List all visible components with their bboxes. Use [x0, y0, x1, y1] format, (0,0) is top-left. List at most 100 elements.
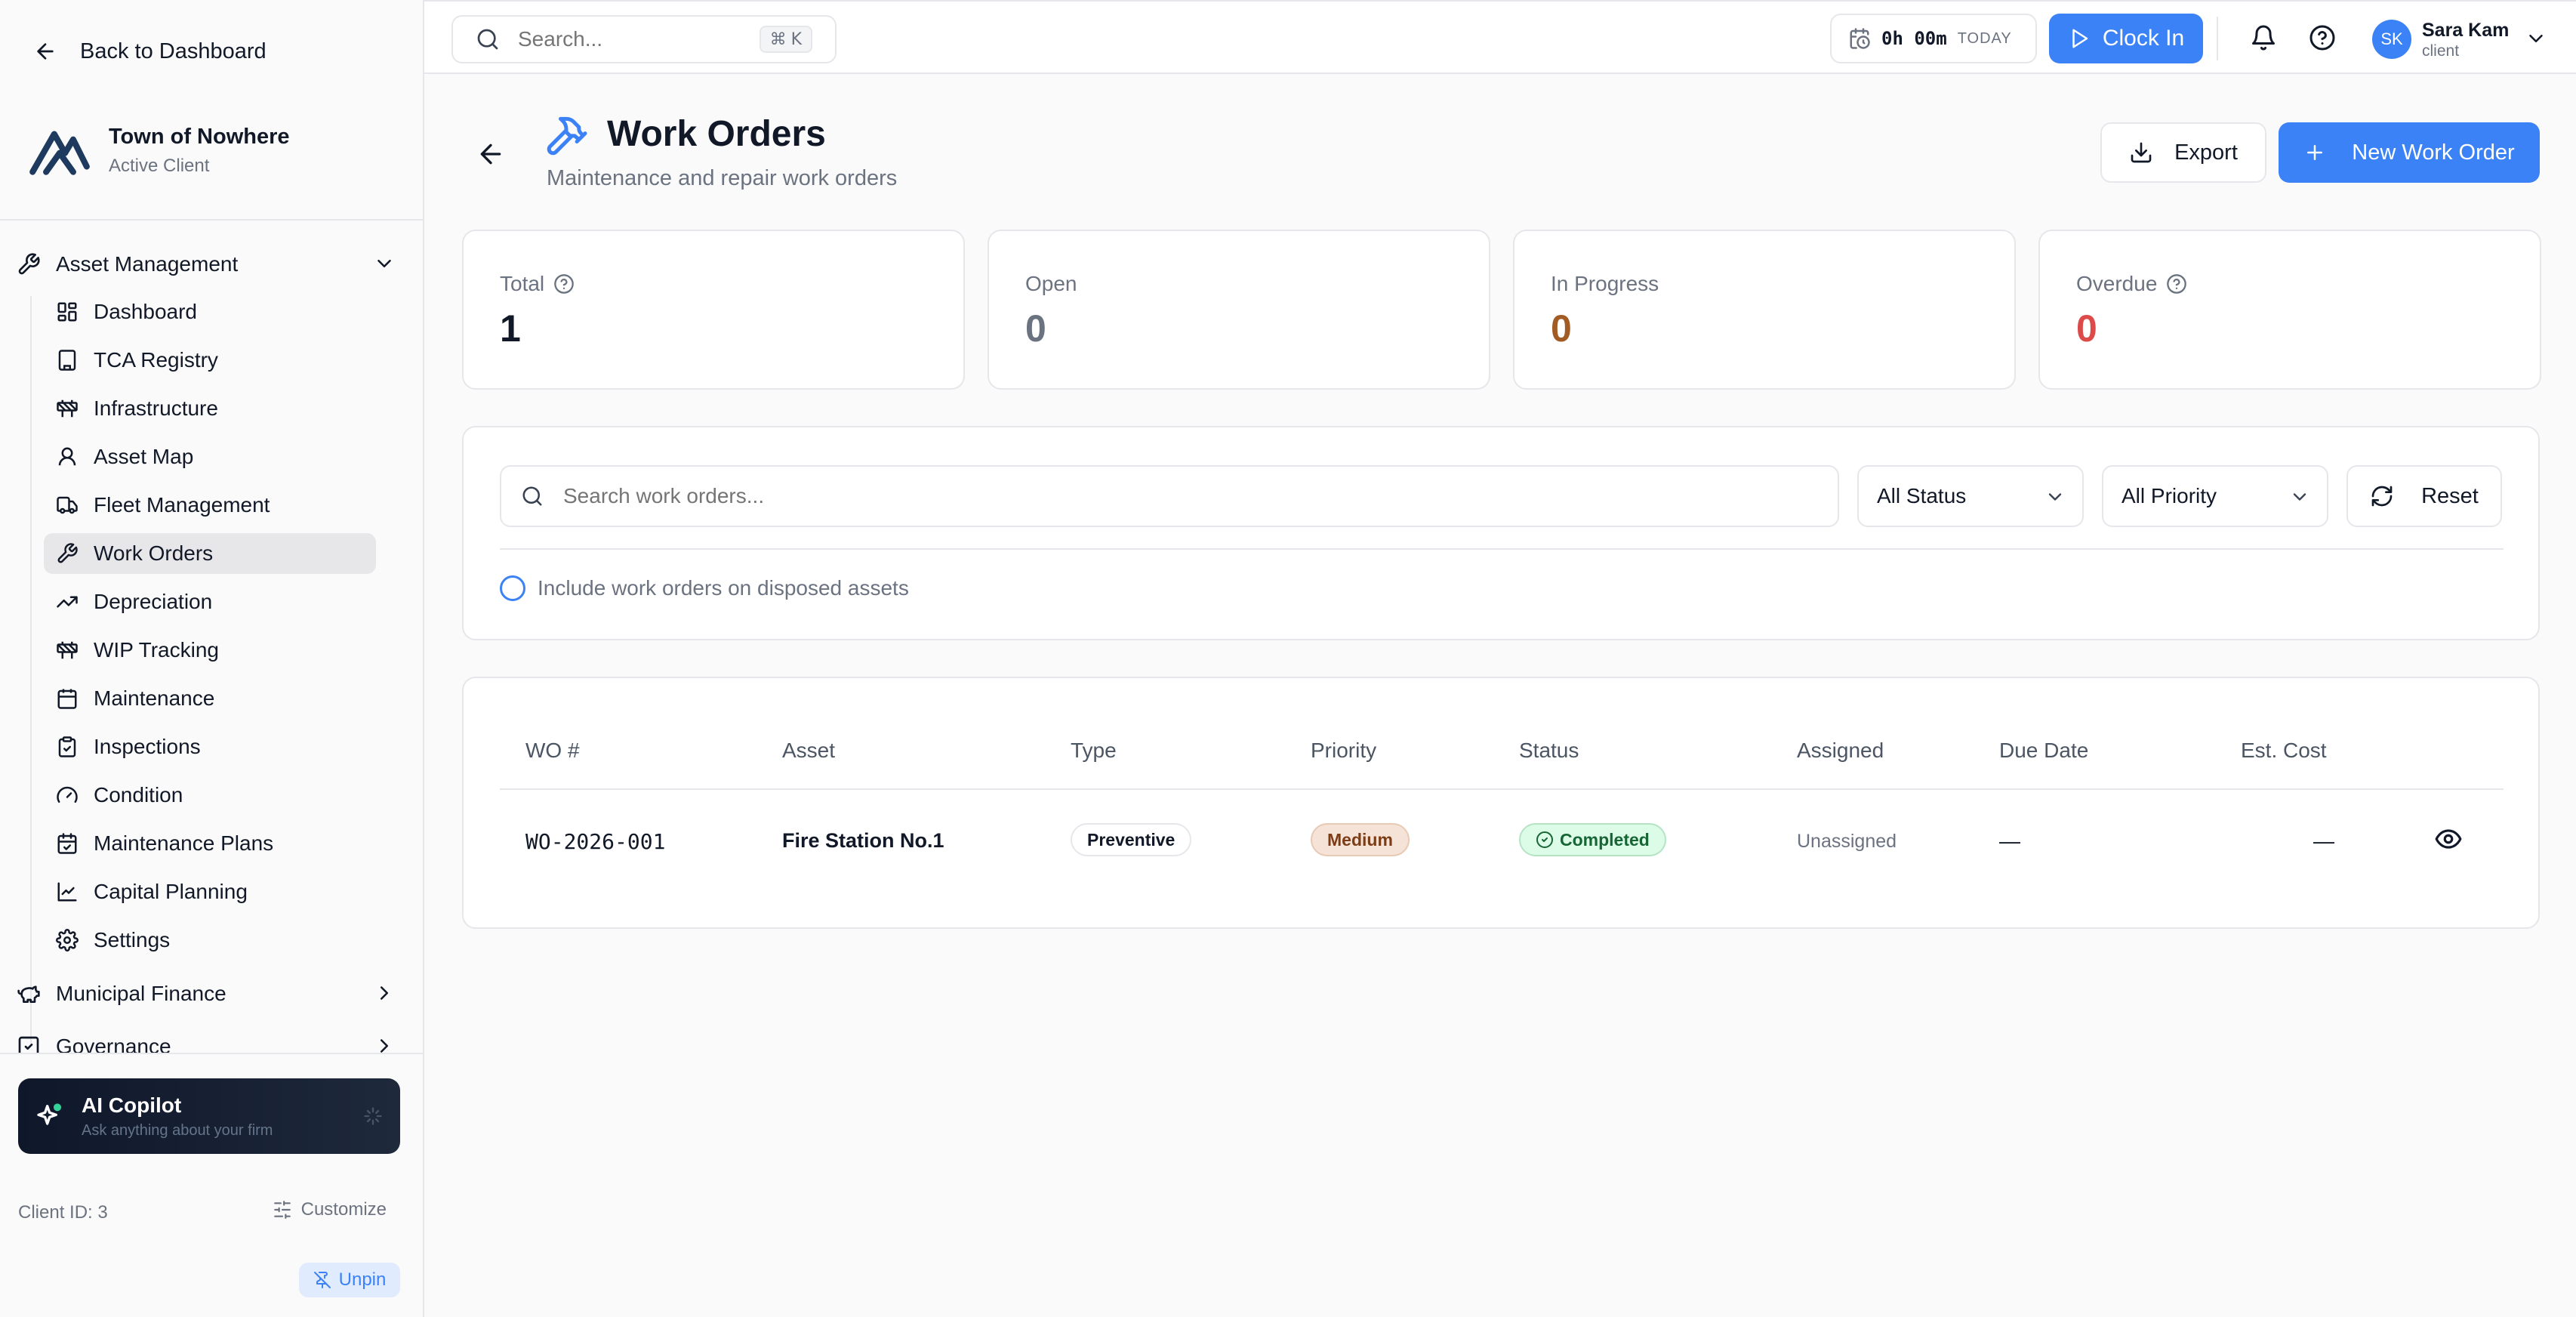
avatar[interactable]: SK	[2372, 20, 2411, 59]
reset-button[interactable]: Reset	[2346, 465, 2502, 527]
asset-name: Fire Station No.1	[782, 829, 944, 852]
work-order-search[interactable]	[500, 465, 1839, 527]
help-icon[interactable]	[2166, 273, 2187, 295]
type-badge: Preventive	[1071, 823, 1192, 856]
sidebar-item-capital-planning[interactable]: Capital Planning	[44, 871, 376, 912]
sidebar-item-maintenance[interactable]: Maintenance	[44, 678, 376, 719]
sidebar-item-work-orders[interactable]: Work Orders	[44, 533, 376, 574]
chevron-down-icon	[373, 252, 396, 275]
priority-filter-value: All Priority	[2122, 484, 2217, 507]
dashboard-icon	[56, 301, 79, 323]
building-icon	[56, 349, 79, 372]
user-role: client	[2422, 42, 2460, 60]
stat-value: 0	[1551, 307, 1572, 350]
sidebar-nav[interactable]: Asset Management Dashboard TCA Registry …	[0, 221, 423, 1053]
filter-panel: All Status All Priority Reset Include wo…	[462, 426, 2540, 640]
pin-off-icon	[313, 1271, 331, 1289]
sidebar: Back to Dashboard Town of Nowhere Active…	[0, 0, 424, 1317]
status-badge-label: Completed	[1560, 829, 1650, 850]
sidebar-item-wip-tracking[interactable]: WIP Tracking	[44, 630, 376, 671]
sidebar-item-label: Infrastructure	[94, 396, 218, 420]
sidebar-item-depreciation[interactable]: Depreciation	[44, 581, 376, 622]
nav-group-label: Municipal Finance	[56, 982, 226, 1005]
arrow-left-icon[interactable]	[476, 139, 506, 169]
sidebar-item-condition[interactable]: Condition	[44, 775, 376, 816]
new-work-order-label: New Work Order	[2352, 140, 2515, 165]
eye-icon[interactable]	[2434, 825, 2463, 853]
sidebar-item-settings[interactable]: Settings	[44, 920, 376, 961]
column-header[interactable]: Status	[1519, 739, 1579, 763]
sidebar-item-label: WIP Tracking	[94, 638, 219, 662]
wo-number: WO-2026-001	[525, 829, 666, 854]
global-search[interactable]: ⌘ K	[451, 15, 837, 63]
sidebar-item-infrastructure[interactable]: Infrastructure	[44, 388, 376, 429]
column-header[interactable]: Priority	[1311, 739, 1376, 763]
export-label: Export	[2174, 140, 2238, 165]
work-order-search-input[interactable]	[563, 484, 1696, 508]
help-icon[interactable]	[2309, 24, 2336, 51]
copilot-subtitle: Ask anything about your firm	[82, 1121, 273, 1139]
column-header[interactable]: WO #	[525, 739, 580, 763]
stat-label: Overdue	[2076, 272, 2187, 296]
nav-tree-line	[30, 296, 32, 1044]
nav-group-governance[interactable]: Governance	[17, 1026, 406, 1053]
sidebar-item-label: Dashboard	[94, 300, 197, 323]
nav-group-municipal-finance[interactable]: Municipal Finance	[17, 973, 406, 1015]
copilot-title: AI Copilot	[82, 1093, 182, 1117]
sidebar-item-label: Work Orders	[94, 541, 214, 565]
sidebar-item-label: Depreciation	[94, 590, 213, 613]
client-name: Town of Nowhere	[109, 124, 290, 149]
status-filter-value: All Status	[1877, 484, 1967, 507]
customize-button[interactable]: Customize	[273, 1199, 387, 1220]
chevron-right-icon	[373, 1035, 396, 1053]
include-disposed-checkbox[interactable]	[500, 575, 525, 601]
back-to-dashboard-link[interactable]: Back to Dashboard	[33, 35, 267, 68]
export-button[interactable]: Export	[2100, 122, 2266, 183]
sidebar-item-maintenance-plans[interactable]: Maintenance Plans	[44, 823, 376, 864]
sidebar-item-inspections[interactable]: Inspections	[44, 726, 376, 767]
time-tracker[interactable]: 0h 00m TODAY	[1830, 14, 2037, 63]
new-work-order-button[interactable]: New Work Order	[2279, 122, 2540, 183]
calendar-clock-icon	[1848, 27, 1871, 50]
global-search-input[interactable]	[518, 27, 744, 51]
sidebar-item-label: Fleet Management	[94, 493, 270, 517]
table-header-divider	[500, 788, 2504, 790]
nav-group-asset-management[interactable]: Asset Management	[17, 243, 406, 285]
status-filter-select[interactable]: All Status	[1857, 465, 2084, 527]
column-header[interactable]: Due Date	[1999, 739, 2088, 763]
column-header[interactable]: Type	[1071, 739, 1117, 763]
stat-label: In Progress	[1551, 272, 1659, 296]
user-name[interactable]: Sara Kam	[2422, 20, 2509, 42]
stat-label-text: In Progress	[1551, 272, 1659, 295]
chevron-right-icon	[373, 982, 396, 1004]
client-switcher[interactable]: Town of Nowhere Active Client	[27, 118, 290, 183]
line-chart-icon	[56, 881, 79, 903]
column-header[interactable]: Assigned	[1797, 739, 1884, 763]
stat-card-overdue: Overdue 0	[2038, 230, 2541, 390]
sparkle-icon	[362, 1106, 384, 1127]
include-disposed-toggle[interactable]: Include work orders on disposed assets	[500, 575, 909, 601]
sidebar-item-dashboard[interactable]: Dashboard	[44, 291, 376, 332]
column-header[interactable]: Asset	[782, 739, 835, 763]
arrow-left-icon	[33, 39, 57, 63]
unpin-button[interactable]: Unpin	[299, 1263, 400, 1297]
bell-icon[interactable]	[2250, 24, 2277, 51]
sliders-icon	[273, 1200, 292, 1220]
est-cost: —	[2313, 829, 2334, 853]
timer-label: TODAY	[1957, 29, 2012, 47]
stat-value: 1	[500, 307, 521, 350]
clock-in-button[interactable]: Clock In	[2049, 14, 2203, 63]
play-icon	[2068, 27, 2091, 50]
column-header[interactable]: Est. Cost	[2241, 739, 2327, 763]
sidebar-item-asset-map[interactable]: Asset Map	[44, 436, 376, 477]
ai-copilot-button[interactable]: AI Copilot Ask anything about your firm	[18, 1078, 400, 1154]
plus-icon	[2303, 141, 2326, 164]
chevron-down-icon	[2048, 493, 2062, 501]
help-icon[interactable]	[553, 273, 575, 295]
chevron-down-icon[interactable]	[2525, 27, 2547, 50]
gear-icon	[56, 929, 79, 952]
download-icon	[2129, 140, 2153, 165]
sidebar-item-fleet-management[interactable]: Fleet Management	[44, 485, 376, 526]
priority-filter-select[interactable]: All Priority	[2102, 465, 2328, 527]
sidebar-item-tca-registry[interactable]: TCA Registry	[44, 340, 376, 381]
